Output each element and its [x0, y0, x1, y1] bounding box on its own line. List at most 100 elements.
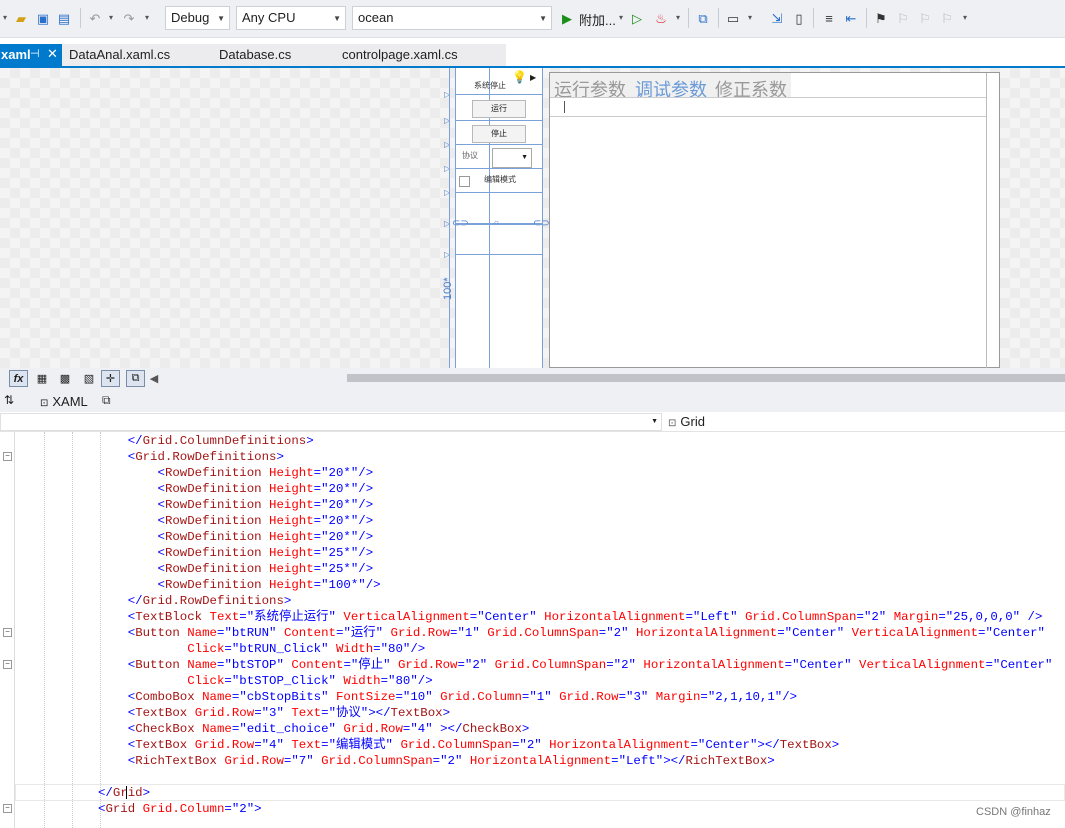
- rich-textbox-preview[interactable]: [550, 97, 986, 117]
- layout-dropdown-icon[interactable]: ▾: [745, 8, 755, 28]
- code-line[interactable]: </Grid.RowDefinitions>: [98, 593, 292, 609]
- code-line[interactable]: <RowDefinition Height="20*"/>: [98, 497, 374, 513]
- code-line[interactable]: <CheckBox Name="edit_choice" Grid.Row="4…: [98, 721, 530, 737]
- split-view-bar: ⇅ ⊡ XAML ⧉: [0, 390, 1065, 412]
- watermark: CSDN @finhaz: [976, 806, 1051, 818]
- protocol-textbox-preview[interactable]: 协议: [462, 150, 478, 161]
- lightbulb-icon[interactable]: 💡: [512, 70, 528, 86]
- next-bookmark-icon[interactable]: ⚐: [916, 8, 934, 28]
- snap-to-lines-icon[interactable]: ✛: [101, 370, 120, 387]
- chevron-down-icon: ▼: [333, 14, 341, 23]
- edit-mode-textbox-preview[interactable]: 编辑模式: [484, 174, 516, 185]
- startup-project-select[interactable]: ocean ▼: [352, 6, 552, 30]
- hot-reload-icon[interactable]: ♨: [652, 8, 670, 28]
- attach-dropdown-icon[interactable]: ▾: [616, 8, 626, 28]
- gutter-divider: [14, 432, 15, 828]
- edit-choice-checkbox-preview[interactable]: [459, 176, 470, 187]
- fx-effects-icon[interactable]: fx: [9, 370, 28, 387]
- browser-link-icon[interactable]: ⧉: [694, 8, 712, 28]
- code-line[interactable]: </Grid.ColumnDefinitions>: [98, 433, 314, 449]
- status-textblock[interactable]: 系统停止: [474, 80, 506, 91]
- fold-toggle-icon[interactable]: −: [3, 628, 12, 637]
- prev-bookmark-icon[interactable]: ⚐: [894, 8, 912, 28]
- code-line[interactable]: <RowDefinition Height="20*"/>: [98, 529, 374, 545]
- stop-button-preview[interactable]: 停止: [472, 125, 526, 143]
- grid-toggle-icon[interactable]: ▦: [33, 370, 51, 387]
- code-line[interactable]: <RowDefinition Height="25*"/>: [98, 561, 374, 577]
- code-line[interactable]: <RowDefinition Height="100*"/>: [98, 577, 381, 593]
- tab-control-preview[interactable]: 运行参数 调试参数 修正系数: [549, 72, 1000, 368]
- swap-panes-icon[interactable]: ⇅: [4, 393, 14, 407]
- tab-dataanal[interactable]: DataAnal.xaml.cs: [69, 47, 170, 62]
- code-line[interactable]: <Button Name="btRUN" Content="运行" Grid.R…: [98, 625, 1045, 641]
- artboard-background-icon[interactable]: ▧: [80, 370, 98, 387]
- stopbits-combobox-preview[interactable]: ▼: [492, 148, 532, 168]
- xaml-designer-canvas[interactable]: ▷ ▷ ▷ ▷ ▷ ▷ ▷ 系统停止 运行 停止 协议 ▼ 编辑模式 💡 ▶ ⊂…: [0, 68, 1065, 368]
- save-icon[interactable]: ▣: [34, 8, 52, 28]
- snap-gridlines-icon[interactable]: ▩: [56, 370, 74, 387]
- project-code-icon[interactable]: ⧉: [126, 370, 145, 387]
- configuration-select[interactable]: Debug ▼: [165, 6, 230, 30]
- code-line[interactable]: <TextBox Grid.Row="4" Text="编辑模式" Grid.C…: [98, 737, 839, 753]
- tab-controlpage[interactable]: controlpage.xaml.cs: [342, 47, 458, 62]
- xaml-code-editor[interactable]: </Grid.ColumnDefinitions> <Grid.RowDefin…: [0, 432, 1065, 828]
- outdent-icon[interactable]: ⇤: [842, 8, 860, 28]
- designer-horizontal-scrollbar[interactable]: [347, 374, 1065, 382]
- fold-toggle-icon[interactable]: −: [3, 660, 12, 669]
- redo-icon[interactable]: ↷: [120, 8, 138, 28]
- clear-bookmarks-icon[interactable]: ⚐: [938, 8, 956, 28]
- overflow-dropdown-icon[interactable]: ▾: [960, 8, 970, 28]
- tab-xaml-active[interactable]: xaml ⊣ ✕: [0, 44, 62, 66]
- start-without-debug-icon[interactable]: ▷: [628, 8, 646, 28]
- fold-toggle-icon[interactable]: −: [3, 804, 12, 813]
- element-scope-dropdown[interactable]: ⊡ Grid: [668, 414, 705, 429]
- run-button-preview[interactable]: 运行: [472, 100, 526, 118]
- code-line[interactable]: </Grid>: [98, 785, 150, 801]
- code-line[interactable]: <Grid Grid.Column="2">: [98, 801, 262, 817]
- code-line[interactable]: <TextBox Grid.Row="3" Text="协议"></TextBo…: [98, 705, 450, 721]
- tab-database[interactable]: Database.cs: [219, 47, 291, 62]
- hot-reload-dropdown-icon[interactable]: ▾: [673, 8, 683, 28]
- indent-icon[interactable]: ≡: [820, 8, 838, 28]
- undo-icon[interactable]: ↶: [86, 8, 104, 28]
- type-scope-dropdown[interactable]: ▼: [0, 413, 662, 431]
- expand-arrow-icon[interactable]: ▶: [530, 73, 536, 82]
- layout-icon[interactable]: ▭: [724, 8, 742, 28]
- xaml-pane-tab[interactable]: ⊡ XAML: [40, 394, 88, 409]
- pin-icon[interactable]: ⊣: [30, 47, 40, 60]
- start-debug-icon[interactable]: ▶: [558, 8, 576, 28]
- code-line[interactable]: <Grid.RowDefinitions>: [98, 449, 284, 465]
- undo-dropdown-icon[interactable]: ▾: [106, 8, 116, 28]
- code-line[interactable]: <Button Name="btSTOP" Content="停止" Grid.…: [98, 657, 1053, 673]
- code-line[interactable]: Click="btRUN_Click" Width="80"/>: [98, 641, 425, 657]
- dropdown-arrow-icon[interactable]: ▾: [0, 8, 10, 28]
- document-tab-well: xaml ⊣ ✕ DataAnal.xaml.cs Database.cs co…: [0, 44, 506, 66]
- bookmark-icon[interactable]: ⚑: [872, 8, 890, 28]
- indent-guide: [72, 432, 73, 828]
- close-icon[interactable]: ✕: [47, 46, 58, 62]
- code-line[interactable]: Click="btSTOP_Click" Width="80"/>: [98, 673, 432, 689]
- popout-xaml-icon[interactable]: ⧉: [102, 393, 111, 408]
- code-line[interactable]: <RowDefinition Height="20*"/>: [98, 513, 374, 529]
- code-line[interactable]: <RowDefinition Height="20*"/>: [98, 481, 374, 497]
- code-line[interactable]: <TextBlock Text="系统停止运行" VerticalAlignme…: [98, 609, 1043, 625]
- startup-project-value: ocean: [358, 10, 394, 25]
- redo-dropdown-icon[interactable]: ▾: [142, 8, 152, 28]
- platform-select[interactable]: Any CPU ▼: [236, 6, 346, 30]
- save-all-icon[interactable]: ▤: [55, 8, 73, 28]
- code-line[interactable]: <RowDefinition Height="20*"/>: [98, 465, 374, 481]
- code-line[interactable]: <RichTextBox Grid.Row="7" Grid.ColumnSpa…: [98, 753, 775, 769]
- attach-button[interactable]: 附加...: [579, 10, 616, 29]
- collapse-left-icon[interactable]: ◀: [148, 370, 160, 387]
- fold-toggle-icon[interactable]: −: [3, 452, 12, 461]
- chevron-down-icon: ▼: [539, 14, 547, 23]
- grid-row-line: [456, 144, 542, 145]
- select-element-icon[interactable]: ⇲: [768, 8, 786, 28]
- grid-handle-icon[interactable]: ○: [494, 218, 499, 227]
- row-height-label[interactable]: 100*: [442, 260, 454, 300]
- display-layout-adorners-icon[interactable]: ▯: [790, 8, 808, 28]
- code-line[interactable]: <RowDefinition Height="25*"/>: [98, 545, 374, 561]
- panel-tab-strip: 运行参数 调试参数 修正系数: [550, 73, 791, 100]
- open-folder-icon[interactable]: ▰: [12, 8, 30, 28]
- code-line[interactable]: <ComboBox Name="cbStopBits" FontSize="10…: [98, 689, 797, 705]
